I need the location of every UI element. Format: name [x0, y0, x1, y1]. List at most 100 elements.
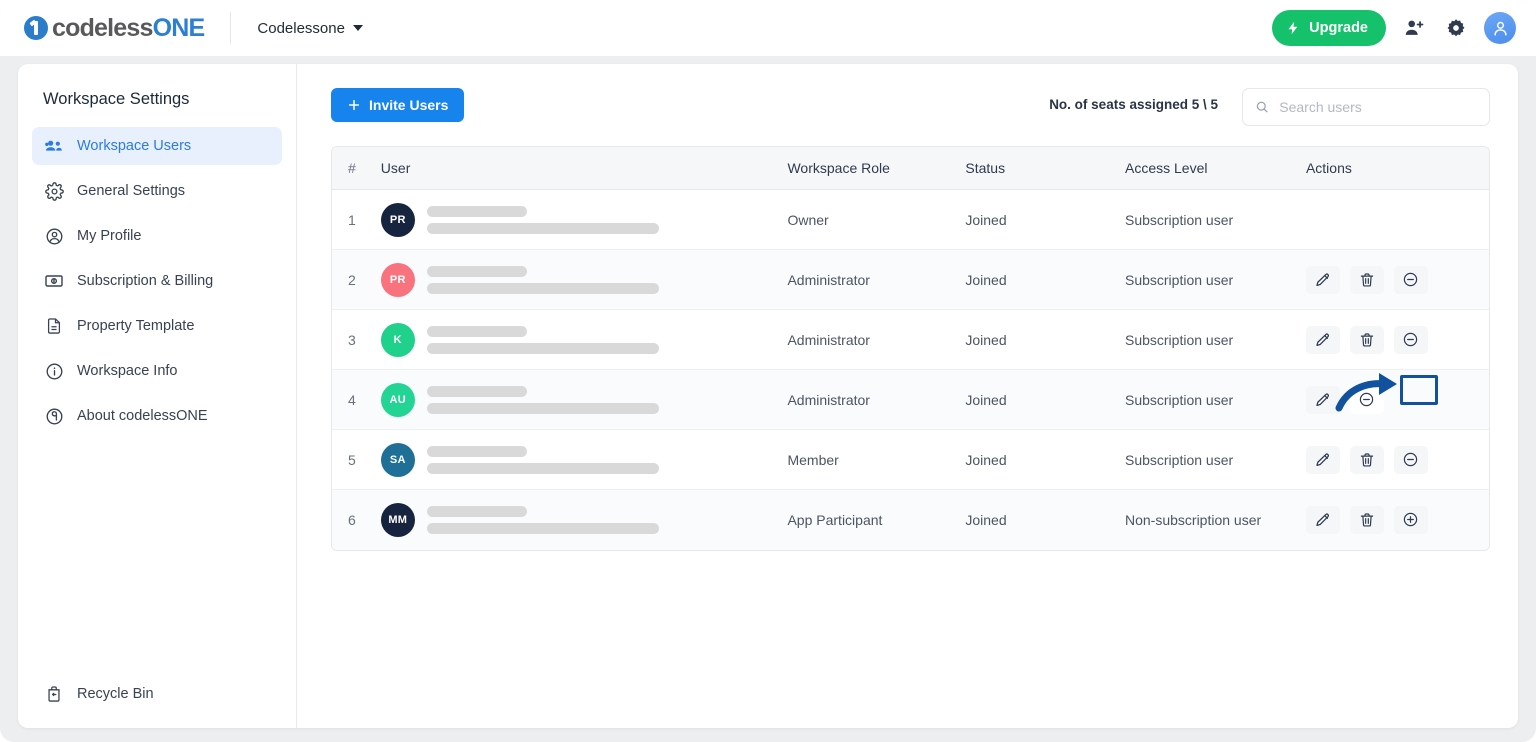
avatar: MM: [380, 502, 415, 537]
col-header-actions: Actions: [1305, 147, 1489, 190]
sidebar-item-recycle-bin[interactable]: Recycle Bin: [44, 684, 154, 704]
cell-role: Administrator: [787, 309, 966, 370]
edit-user-button[interactable]: [1305, 385, 1340, 414]
avatar: K: [380, 322, 415, 357]
redacted-name-bar: [426, 445, 527, 457]
cell-access-level: Subscription user: [1124, 309, 1306, 370]
redacted-name-bar: [426, 205, 527, 217]
cell-access-level: Non-subscription user: [1124, 511, 1262, 528]
remove-from-subscription-button[interactable]: [1393, 325, 1428, 354]
search-users-input[interactable]: [1279, 99, 1477, 115]
app-logo[interactable]: codelessONE: [24, 14, 205, 43]
redacted-user-info: [426, 385, 659, 414]
invite-users-button[interactable]: Invite Users: [331, 88, 465, 122]
search-users-box[interactable]: [1242, 88, 1490, 126]
remove-from-subscription-button[interactable]: [1393, 265, 1428, 294]
delete-icon: [1360, 332, 1374, 347]
sidebar-title: Workspace Settings: [43, 90, 190, 108]
sidebar-item-general-settings[interactable]: General Settings: [32, 172, 282, 210]
edit-user-button[interactable]: [1305, 265, 1340, 294]
users-table: # User Workspace Role Status Access Leve…: [332, 147, 1489, 550]
delete-icon: [1360, 452, 1374, 467]
cell-access-level: Subscription user: [1124, 429, 1306, 490]
col-header-access: Access Level: [1124, 147, 1306, 190]
users-group-icon: [44, 136, 64, 156]
edit-user-button[interactable]: [1305, 325, 1340, 354]
table-row: 3 K Administrator Joined Subscription user: [332, 309, 1489, 370]
sidebar-item-my-profile[interactable]: My Profile: [32, 217, 282, 255]
workspace-selector-label: Codelessone: [257, 19, 345, 37]
gear-icon: [1447, 19, 1465, 37]
topbar-actions: Upgrade: [1272, 0, 1516, 56]
cell-actions: [1305, 249, 1489, 310]
cell-actions: [1305, 490, 1489, 550]
upgrade-button[interactable]: Upgrade: [1272, 10, 1386, 46]
redacted-email-bar: [426, 462, 659, 474]
cell-index: 6: [348, 511, 356, 528]
document-icon: [44, 316, 64, 336]
sidebar-item-label: About codelessONE: [77, 408, 208, 424]
delete-icon: [1360, 272, 1374, 287]
edit-icon: [1316, 453, 1329, 466]
cell-status: Joined: [965, 249, 1125, 310]
delete-user-button[interactable]: [1349, 445, 1384, 474]
delete-user-button[interactable]: [1349, 505, 1384, 534]
edit-user-button[interactable]: [1305, 445, 1340, 474]
info-circle-icon: [44, 361, 64, 381]
about-icon: [44, 406, 64, 426]
workspace-users-table: # User Workspace Role Status Access Leve…: [331, 146, 1490, 551]
sidebar-item-workspace-users[interactable]: Workspace Users: [32, 127, 282, 165]
user-avatar-button[interactable]: [1484, 12, 1516, 44]
upgrade-button-label: Upgrade: [1309, 20, 1368, 36]
sidebar-item-workspace-info[interactable]: Workspace Info: [32, 352, 282, 390]
sidebar-item-subscription-billing[interactable]: Subscription & Billing: [32, 262, 282, 300]
cell-user: PR: [380, 189, 788, 250]
users-toolbar: Invite Users No. of seats assigned 5 \ 5: [331, 88, 1490, 126]
invite-user-icon-button[interactable]: [1400, 14, 1428, 42]
codelessone-logo-icon: [24, 16, 48, 40]
cell-actions: [1305, 429, 1489, 490]
redacted-user-info: [426, 205, 659, 234]
cell-user: MM: [380, 490, 788, 550]
recycle-bin-label: Recycle Bin: [77, 686, 154, 702]
redacted-email-bar: [426, 522, 659, 534]
logo-text: codelessONE: [52, 14, 205, 43]
edit-icon: [1316, 513, 1329, 526]
minus-circle-icon: [1404, 272, 1418, 287]
remove-from-subscription-button[interactable]: [1393, 445, 1428, 474]
main-card: Workspace Settings Workspace Users Gener…: [18, 64, 1518, 728]
col-header-index: #: [332, 147, 381, 190]
table-row: 2 PR Administrator Joined Subscription user: [332, 249, 1489, 310]
delete-user-button[interactable]: [1349, 265, 1384, 294]
cell-user: PR: [380, 249, 788, 310]
sidebar-item-about-codelessone[interactable]: About codelessONE: [32, 397, 282, 435]
col-header-role: Workspace Role: [787, 147, 966, 190]
cell-status: Joined: [965, 189, 1125, 250]
minus-circle-icon: [1404, 332, 1418, 347]
cell-user: AU: [380, 369, 788, 430]
sidebar-nav: Workspace Users General Settings My Prof…: [18, 127, 296, 435]
avatar: AU: [380, 382, 415, 417]
cell-index: 1: [332, 189, 381, 250]
add-to-subscription-button[interactable]: [1393, 505, 1428, 534]
cell-role: App Participant: [787, 511, 883, 528]
cell-role: Administrator: [787, 249, 966, 310]
edit-user-button[interactable]: [1305, 505, 1340, 534]
table-row: 5 SA Member Joined Subscription user: [332, 429, 1489, 490]
redacted-email-bar: [426, 282, 659, 294]
sidebar-item-property-template[interactable]: Property Template: [32, 307, 282, 345]
delete-icon: [1360, 513, 1374, 527]
delete-user-button[interactable]: [1349, 325, 1384, 354]
user-avatar-icon: [1493, 21, 1507, 36]
settings-icon-button[interactable]: [1442, 14, 1470, 42]
recycle-bin-icon: [44, 684, 64, 704]
cell-status: Joined: [965, 369, 1125, 430]
cell-user: SA: [380, 429, 788, 490]
settings-sidebar: Workspace Settings Workspace Users Gener…: [18, 64, 297, 728]
cell-index: 3: [332, 309, 381, 370]
cell-actions: [1305, 369, 1489, 430]
edit-icon: [1316, 273, 1329, 286]
table-row: 1 PR Owner Joined Subscription user: [332, 189, 1489, 250]
workspace-selector[interactable]: Codelessone: [257, 20, 363, 37]
remove-from-subscription-button[interactable]: [1349, 385, 1384, 414]
